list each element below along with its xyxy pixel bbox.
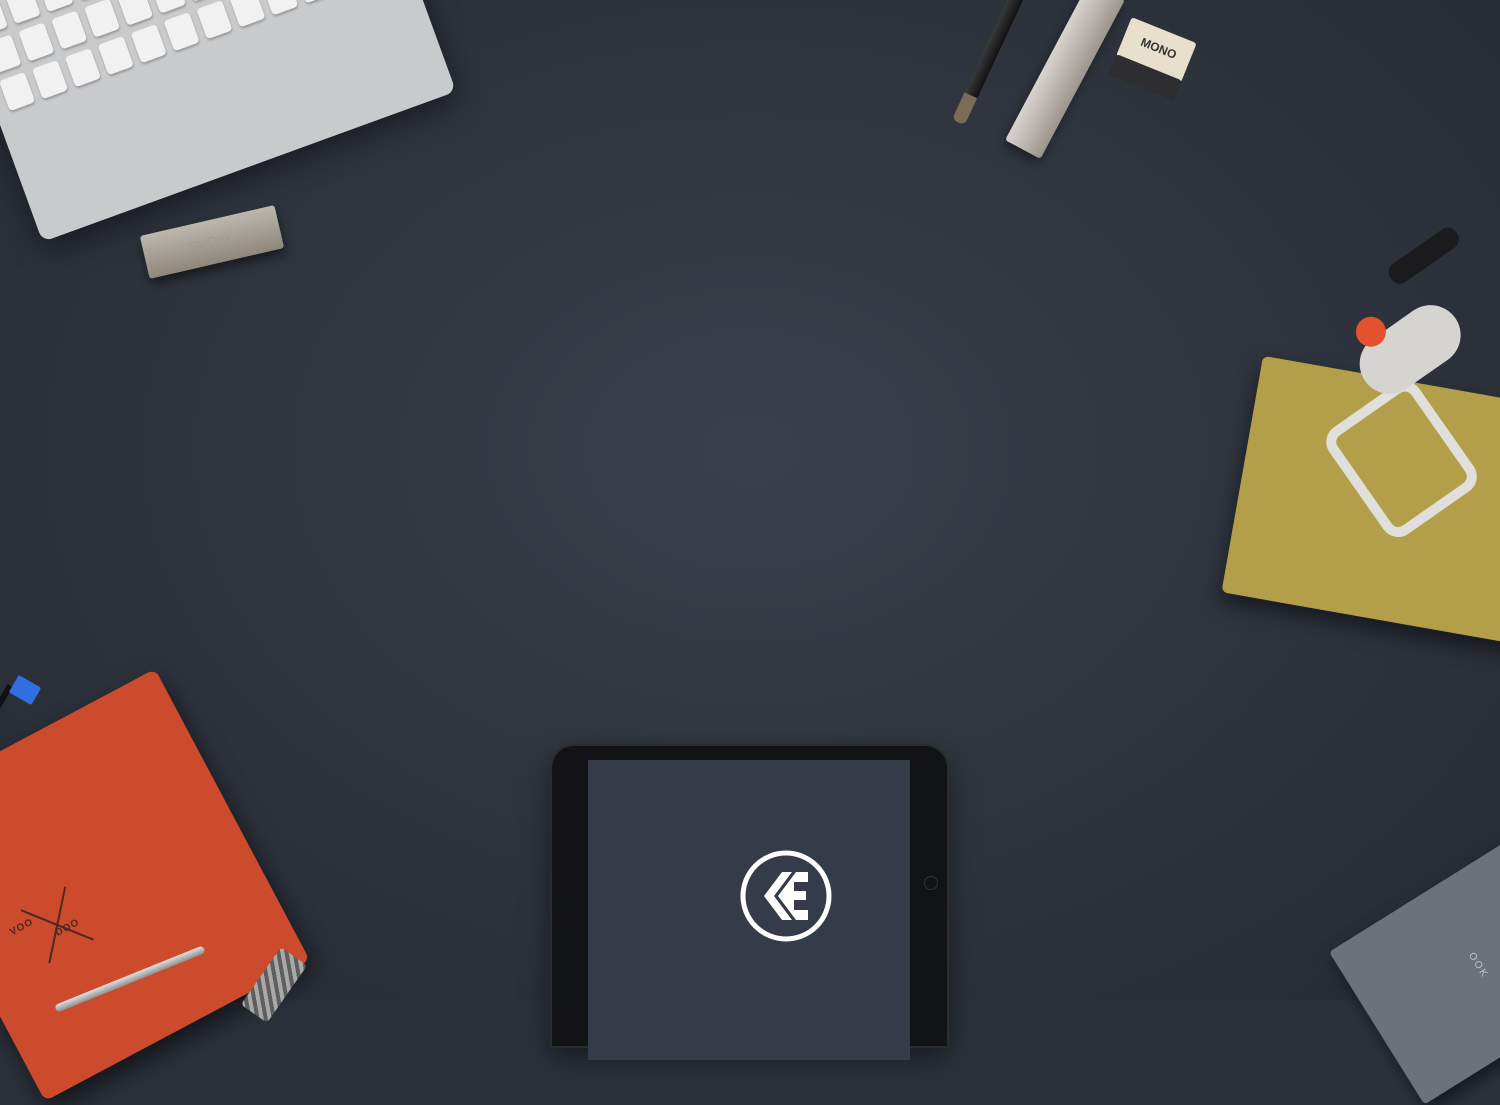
- key: [84, 0, 120, 38]
- key: [98, 36, 134, 75]
- key: [196, 0, 232, 39]
- sd-reader-label: SanDisk: [186, 230, 233, 254]
- key: [262, 0, 298, 15]
- key: [0, 34, 22, 73]
- key: [0, 0, 8, 36]
- tablet-home-button: [924, 876, 938, 890]
- eraser-label: MONO: [1139, 35, 1179, 62]
- key: [51, 10, 87, 49]
- key: [32, 60, 68, 99]
- key: [18, 22, 54, 61]
- key: [37, 0, 73, 12]
- key: [117, 0, 153, 26]
- key: [131, 24, 167, 63]
- key: [0, 72, 35, 111]
- tablet: [552, 746, 947, 1046]
- key: [183, 0, 219, 2]
- key: [295, 0, 331, 3]
- key: [163, 12, 199, 51]
- double-chevron-circle-logo-icon: [738, 848, 834, 944]
- key: [5, 0, 41, 24]
- key: [229, 0, 265, 27]
- key: [65, 48, 101, 87]
- tablet-screen: [588, 760, 910, 1060]
- key: [150, 0, 186, 14]
